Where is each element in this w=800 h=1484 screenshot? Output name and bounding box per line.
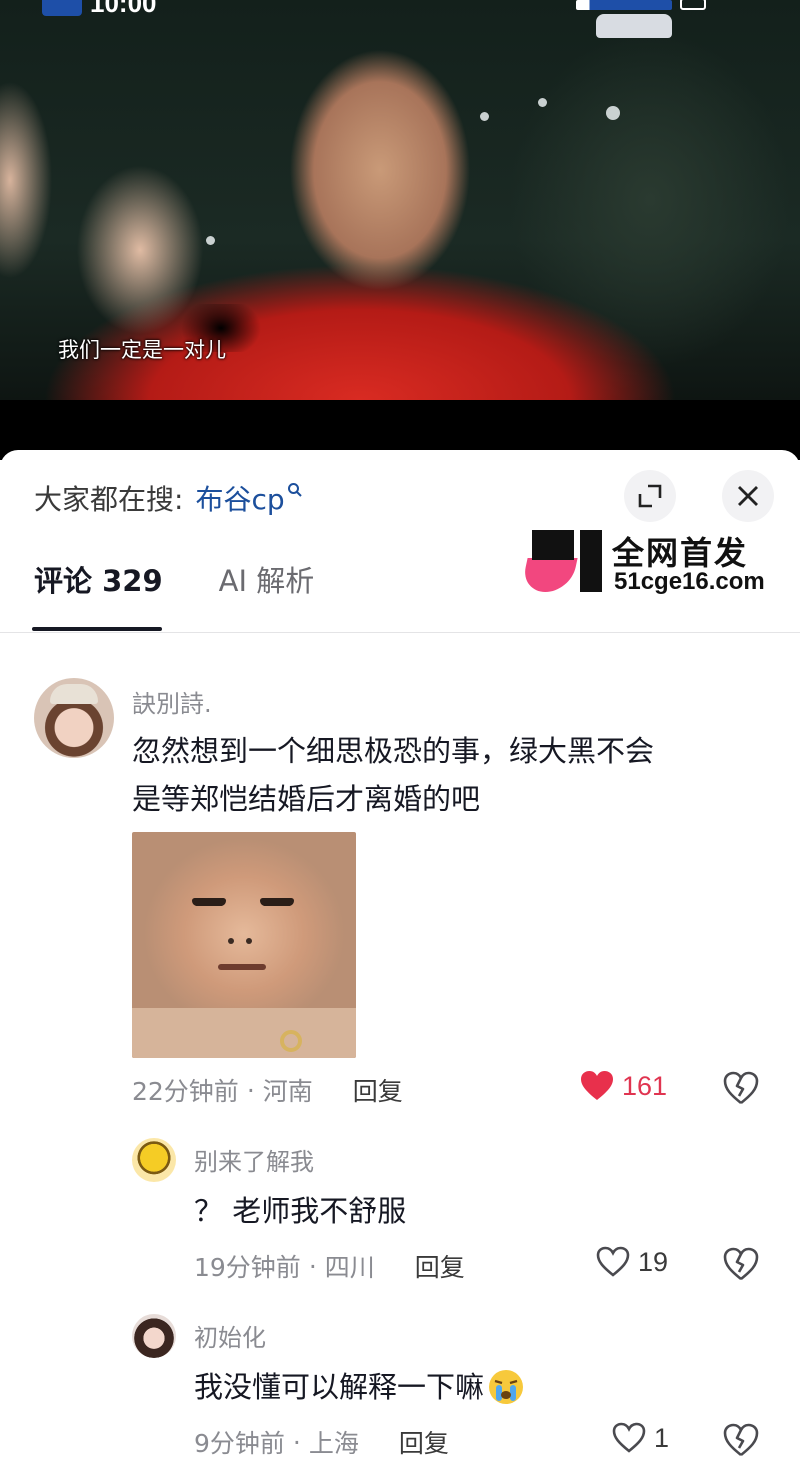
comment-location: 河南 xyxy=(262,1077,313,1106)
background-light xyxy=(606,106,620,120)
trending-search-term[interactable]: 布谷cp xyxy=(195,478,284,518)
avatar[interactable] xyxy=(132,1138,176,1182)
comment-text-line: 是等郑恺结婚后才离婚的吧 xyxy=(132,782,481,816)
broken-heart-icon xyxy=(722,1422,760,1458)
comment-text: ？ 老师我不舒服 xyxy=(194,1194,407,1228)
comment-meta: 22分钟前 · 河南 回复 xyxy=(132,1072,403,1108)
heart-outline-icon xyxy=(612,1422,646,1454)
expand-button[interactable] xyxy=(624,470,676,522)
crying-emoji-icon xyxy=(486,1367,526,1407)
background-light xyxy=(206,236,215,245)
car-icon xyxy=(596,14,672,38)
tv-sponsor-banner xyxy=(576,0,726,40)
comment-username[interactable]: 别来了解我 xyxy=(194,1142,314,1177)
comment-username[interactable]: 訣別詩. xyxy=(132,684,212,719)
like-button[interactable]: 19 xyxy=(596,1246,668,1278)
dislike-button[interactable] xyxy=(722,1422,760,1460)
comment-time: 9分钟前 xyxy=(194,1429,285,1458)
reply-button[interactable]: 回复 xyxy=(415,1248,465,1284)
comment-username[interactable]: 初始化 xyxy=(194,1318,266,1353)
reply-button[interactable]: 回复 xyxy=(399,1424,449,1460)
tab-comments[interactable]: 评论 329 xyxy=(34,558,163,618)
tab-ai-analysis[interactable]: AI 解析 xyxy=(219,558,315,618)
heart-filled-icon xyxy=(580,1070,614,1102)
comment-meta: 9分钟前 · 上海 回复 xyxy=(194,1424,449,1460)
comment-panel: 大家都在搜: 布谷cp 评论 329 AI 解析 全网首发 51cge16.co… xyxy=(0,450,800,1484)
watermark-url: 51cge16.com xyxy=(614,568,765,595)
comment-time: 19分钟前 xyxy=(194,1253,301,1282)
comment-text-line: 忽然想到一个细思极恐的事，绿大黑不会 xyxy=(132,734,655,768)
reply-button[interactable]: 回复 xyxy=(353,1072,403,1108)
tv-station-logo xyxy=(42,0,82,16)
avatar[interactable] xyxy=(34,678,114,758)
like-count: 161 xyxy=(622,1070,668,1101)
like-button[interactable]: 1 xyxy=(612,1422,669,1454)
like-count: 19 xyxy=(638,1246,669,1277)
video-player[interactable]: 10:00 我们一定是一对儿 xyxy=(0,0,800,400)
comment-meta: 19分钟前 · 四川 回复 xyxy=(194,1248,465,1284)
active-tab-indicator xyxy=(32,627,162,631)
broken-heart-icon xyxy=(722,1246,760,1282)
comment-text-row: 我没懂可以解释一下嘛 xyxy=(194,1362,526,1412)
broken-heart-icon xyxy=(722,1070,760,1106)
trending-search[interactable]: 大家都在搜: 布谷cp xyxy=(34,480,303,516)
background-light xyxy=(480,112,489,121)
close-button[interactable] xyxy=(722,470,774,522)
search-icon xyxy=(287,482,303,498)
comment-time: 22分钟前 xyxy=(132,1077,239,1106)
trending-search-label: 大家都在搜: xyxy=(34,483,184,516)
watermark-logo xyxy=(520,558,578,592)
comment-sticker-image[interactable] xyxy=(132,832,356,1058)
like-count: 1 xyxy=(654,1422,670,1453)
expand-icon xyxy=(637,483,663,509)
status-time: 10:00 xyxy=(90,0,157,18)
avatar[interactable] xyxy=(132,1314,176,1358)
video-subtitle: 我们一定是一对儿 xyxy=(58,338,226,362)
watermark: 全网首发 51cge16.com xyxy=(520,528,794,598)
comment-tabs: 评论 329 AI 解析 xyxy=(34,564,314,618)
comment-text: 我没懂可以解释一下嘛 xyxy=(194,1370,485,1404)
tabs-divider xyxy=(0,632,800,633)
comment-location: 上海 xyxy=(308,1429,359,1458)
heart-outline-icon xyxy=(596,1246,630,1278)
dislike-button[interactable] xyxy=(722,1246,760,1284)
background-light xyxy=(538,98,547,107)
comment-location: 四川 xyxy=(324,1253,375,1282)
close-icon xyxy=(736,484,760,508)
dislike-button[interactable] xyxy=(722,1070,760,1108)
battery-icon xyxy=(680,0,706,10)
like-button[interactable]: 161 xyxy=(580,1070,667,1102)
